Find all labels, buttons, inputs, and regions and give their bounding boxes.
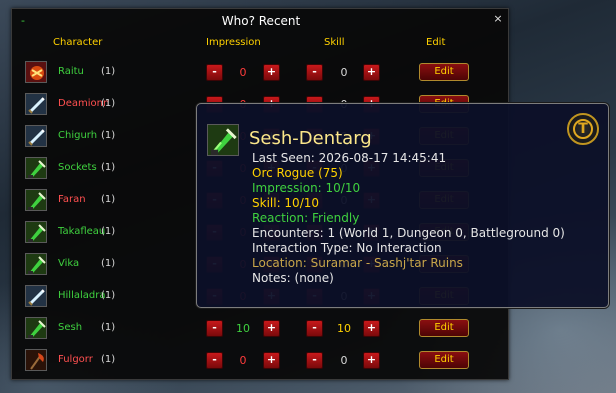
window-title: Who? Recent bbox=[221, 14, 301, 28]
sword-icon bbox=[25, 285, 47, 307]
skill-value: 0 bbox=[340, 354, 348, 367]
character-name[interactable]: Fulgorr bbox=[58, 354, 93, 365]
tooltip-skill: Skill: 10/10 bbox=[252, 196, 320, 210]
rune-icon bbox=[25, 61, 47, 83]
list-item[interactable]: Fulgorr (1) - 0 + - 0 + Edit bbox=[12, 346, 510, 374]
tooltip-class: Orc Rogue (75) bbox=[252, 166, 343, 180]
character-name[interactable]: Vika bbox=[58, 258, 79, 269]
encounter-count: (1) bbox=[101, 194, 116, 205]
list-item[interactable]: Sesh (1) -10 + -10 + Edit bbox=[12, 314, 510, 342]
impression-value: 0 bbox=[239, 66, 247, 79]
tooltip-last-seen: Last Seen: 2026-08-17 14:45:41 bbox=[252, 151, 447, 165]
skill-decrease-button[interactable]: - bbox=[306, 320, 323, 337]
tooltip-reaction: Reaction: Friendly bbox=[252, 211, 360, 225]
tooltip-title: Sesh-Dentarg bbox=[249, 128, 372, 149]
tooltip-encounters: Encounters: 1 (World 1, Dungeon 0, Battl… bbox=[252, 226, 565, 240]
edit-button[interactable]: Edit bbox=[419, 319, 469, 337]
tooltip-notes: Notes: (none) bbox=[252, 271, 334, 285]
dagger-icon bbox=[25, 157, 47, 179]
encounter-count: (1) bbox=[101, 98, 116, 109]
tooltip-interaction: Interaction Type: No Interaction bbox=[252, 241, 442, 255]
dagger-icon bbox=[25, 317, 47, 339]
character-name[interactable]: Sesh bbox=[58, 322, 82, 333]
encounter-count: (1) bbox=[101, 354, 116, 365]
skill-decrease-button[interactable]: - bbox=[306, 352, 323, 369]
impression-increase-button[interactable]: + bbox=[263, 352, 280, 369]
impression-increase-button[interactable]: + bbox=[263, 64, 280, 81]
impression-decrease-button[interactable]: - bbox=[206, 352, 223, 369]
encounter-count: (1) bbox=[101, 66, 116, 77]
impression-decrease-button[interactable]: - bbox=[206, 64, 223, 81]
encounter-count: (1) bbox=[101, 290, 116, 301]
dagger-icon bbox=[25, 221, 47, 243]
dagger-icon bbox=[207, 124, 239, 156]
character-tooltip: Sesh-Dentarg T Last Seen: 2026-08-17 14:… bbox=[196, 103, 609, 308]
dagger-icon bbox=[25, 253, 47, 275]
encounter-count: (1) bbox=[101, 258, 116, 269]
column-header-character: Character bbox=[53, 37, 103, 48]
tooltip-location: Location: Suramar - Sashj'tar Ruins bbox=[252, 256, 463, 270]
sword-icon bbox=[25, 93, 47, 115]
edit-button[interactable]: Edit bbox=[419, 351, 469, 369]
skill-value: 10 bbox=[337, 322, 351, 335]
badge-letter: T bbox=[573, 119, 593, 139]
character-name[interactable]: Raitu bbox=[58, 66, 84, 77]
skill-decrease-button[interactable]: - bbox=[306, 64, 323, 81]
sword-icon bbox=[25, 125, 47, 147]
axe-icon bbox=[25, 349, 47, 371]
skill-increase-button[interactable]: + bbox=[363, 320, 380, 337]
character-name[interactable]: Sockets bbox=[58, 162, 97, 173]
encounter-count: (1) bbox=[101, 162, 116, 173]
impression-increase-button[interactable]: + bbox=[263, 320, 280, 337]
skill-value: 0 bbox=[340, 66, 348, 79]
column-header-skill: Skill bbox=[324, 37, 345, 48]
skill-increase-button[interactable]: + bbox=[363, 352, 380, 369]
encounter-count: (1) bbox=[101, 322, 116, 333]
impression-value: 0 bbox=[239, 354, 247, 367]
edit-button[interactable]: Edit bbox=[419, 63, 469, 81]
encounter-count: (1) bbox=[101, 130, 116, 141]
skill-increase-button[interactable]: + bbox=[363, 64, 380, 81]
impression-value: 10 bbox=[236, 322, 250, 335]
column-header-impression: Impression bbox=[206, 37, 261, 48]
tooltip-impression: Impression: 10/10 bbox=[252, 181, 361, 195]
close-button[interactable]: × bbox=[491, 12, 505, 26]
character-name[interactable]: Faran bbox=[58, 194, 86, 205]
character-name[interactable]: Hillaladra bbox=[58, 290, 105, 301]
faction-badge-icon: T bbox=[567, 113, 599, 145]
column-header-edit: Edit bbox=[426, 37, 446, 48]
encounter-count: (1) bbox=[101, 226, 116, 237]
character-name[interactable]: Chigurh bbox=[58, 130, 97, 141]
character-name[interactable]: Takafleau bbox=[58, 226, 105, 237]
list-item[interactable]: Raitu (1) - 0 + - 0 + Edit bbox=[12, 58, 510, 86]
dagger-icon bbox=[25, 189, 47, 211]
impression-decrease-button[interactable]: - bbox=[206, 320, 223, 337]
